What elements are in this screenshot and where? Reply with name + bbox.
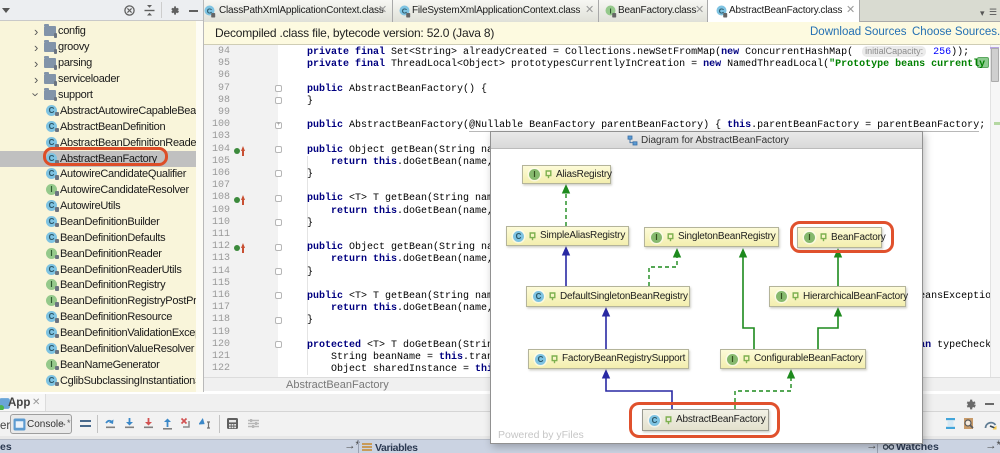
svg-text:I: I [609, 6, 611, 15]
